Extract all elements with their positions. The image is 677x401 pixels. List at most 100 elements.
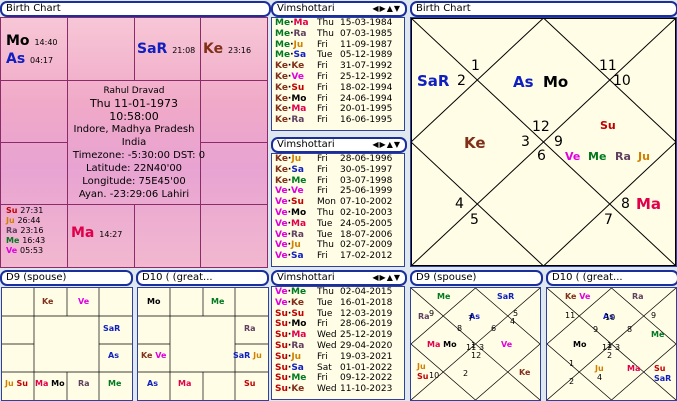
bhukti-lord: Me (291, 287, 307, 297)
saturn-degree: 21:08 (172, 46, 196, 55)
dasha-day: Fri (317, 104, 328, 115)
birth-chart-left-titlebar[interactable]: Birth Chart (0, 1, 271, 17)
dasha-period: Ve·Me (275, 287, 307, 297)
dasha-period: Ke·Me (275, 175, 307, 186)
dasha-date: 01-01-2022 (340, 362, 393, 373)
birth-info: Rahul Dravad Thu 11-01-1973 10:58:00 Ind… (68, 86, 205, 201)
d9-right-numbers: 78 6 9 54 111 3 1210 2 (429, 309, 518, 380)
vimshottari-panel[interactable]: Ke·Ju Fri 28-06-1996 Ke·Sa Fri 30-05-1997 Ke·M… (271, 153, 405, 267)
bhukti-lord: Ma (293, 18, 309, 28)
dasha-row[interactable]: Su·Ju Fri 19-03-2021 (275, 352, 392, 363)
d9-left-chart[interactable]: Ke Ve SaR As Ju Su Ma Mo Ra Me (1, 287, 133, 401)
dasha-period: Me·Sa (275, 50, 307, 61)
dasha-row[interactable]: Me·Ra Thu 07-03-1985 (275, 29, 392, 40)
svg-text:9: 9 (593, 325, 598, 334)
dasha-row[interactable]: Su·Ra Wed 29-04-2020 (275, 341, 392, 352)
dasha-row[interactable]: Ke·Su Fri 18-02-1994 (275, 83, 392, 94)
dasha-row[interactable]: Ke·Sa Fri 30-05-1997 (275, 165, 392, 176)
planet-me: Me (588, 150, 607, 163)
dasha-row[interactable]: Ke·Mo Fri 24-06-1994 (275, 94, 392, 105)
vimshottari-panel[interactable]: Ve·Me Thu 02-04-2015 Ve·Ke Tue 16-01-2018 Su·S… (271, 286, 405, 400)
svg-text:8: 8 (627, 325, 632, 334)
vimshottari-titlebar[interactable]: Vimshottari ◀▶▲▼ (271, 1, 407, 17)
vimshottari-titlebar[interactable]: Vimshottari ◀▶▲▼ (271, 270, 407, 286)
dasha-row[interactable]: Ve·Ma Tue 24-05-2005 (275, 219, 392, 230)
dasha-row[interactable]: Ke·Ke Fri 31-07-1992 (275, 61, 392, 72)
dasha-row[interactable]: Ve·Ve Fri 25-06-1999 (275, 186, 392, 197)
vimshottari-nav-arrows[interactable]: ◀▶▲▼ (372, 272, 401, 284)
dasha-row[interactable]: Ke·Ve Fri 25-12-1992 (275, 72, 392, 83)
dasha-date: 25-12-2019 (340, 330, 393, 341)
vimshottari-panel[interactable]: Me·Ma Thu 15-03-1984 Me·Ra Thu 07-03-1985 Me·J… (271, 17, 405, 131)
house-number-12: 12 (532, 119, 550, 135)
dasha-date: 02-04-2015 (340, 287, 393, 297)
dasha-day: Fri (317, 351, 328, 362)
dasha-row[interactable]: Su·Me Fri 09-12-2022 (275, 373, 392, 384)
dasha-date: 11-09-1987 (340, 39, 393, 50)
dasha-date: 24-06-1994 (340, 93, 393, 104)
birth-chart-right[interactable]: 1 2 11 10 12 3 9 6 4 5 8 7 SaR As Mo Ke … (410, 17, 677, 267)
dasha-period: Ke·Ju (275, 154, 302, 164)
dasha-row[interactable]: Su·Su Tue 12-03-2019 (275, 309, 392, 320)
dasha-row[interactable]: Me·Sa Tue 05-12-1989 (275, 50, 392, 61)
dasha-date: 03-07-1998 (340, 175, 393, 186)
dasha-date: 02-10-2003 (340, 207, 393, 218)
dasha-date: 28-06-1996 (340, 154, 393, 164)
d10-left-as: As (147, 379, 158, 388)
svg-text:7: 7 (468, 314, 473, 323)
dasha-lord: Ke (275, 61, 288, 72)
dasha-day: Sat (317, 362, 332, 373)
house-number-1: 1 (471, 58, 480, 74)
birth-chart-right-titlebar[interactable]: Birth Chart (410, 1, 677, 17)
dasha-date: 19-03-2021 (340, 351, 393, 362)
svg-text:4: 4 (597, 373, 602, 382)
vimshottari-titlebar[interactable]: Vimshottari ◀▶▲▼ (271, 137, 407, 153)
dasha-date: 07-03-1985 (340, 28, 393, 39)
dasha-lord: Su (275, 340, 288, 351)
dasha-date: 18-07-2006 (340, 229, 393, 240)
birth-chart-left[interactable]: Mo 14:40 As 04:17 SaR 21:08 Ke 23:16 Rah… (0, 17, 268, 268)
d9-left-bottom-left: Ju Su (5, 379, 28, 388)
dasha-row[interactable]: Me·Ju Fri 11-09-1987 (275, 40, 392, 51)
dasha-row[interactable]: Su·Mo Fri 28-06-2019 (275, 319, 392, 330)
dasha-day: Fri (317, 82, 328, 93)
dasha-row[interactable]: Ve·Su Mon 07-10-2002 (275, 197, 392, 208)
bhukti-lord: Sa (291, 164, 304, 175)
vimshottari-nav-arrows[interactable]: ◀▶▲▼ (372, 139, 401, 151)
dasha-row[interactable]: Ve·Sa Fri 17-02-2012 (275, 251, 392, 262)
dasha-row[interactable]: Ke·Ju Fri 28-06-1996 (275, 154, 392, 165)
bhukti-lord: Ju (291, 154, 302, 164)
d10-left-chart[interactable]: Mo Me Ra Ke Ve SaR Ju As Ma Su (137, 287, 269, 401)
d9-right-chart[interactable]: Me SaR Ra As Ma Mo Ve Ju Su Ke 786 954 1… (410, 287, 541, 401)
d10-left-su: Su (244, 379, 256, 388)
dasha-row[interactable]: Ve·Mo Thu 02-10-2003 (275, 208, 392, 219)
d10-right-titlebar[interactable]: D10 ( (great... (546, 270, 677, 286)
dasha-lord: Su (275, 308, 288, 319)
birth-place: Indore, Madhya Pradesh (73, 124, 195, 135)
dasha-row[interactable]: Ke·Ma Fri 20-01-1995 (275, 104, 392, 115)
dasha-date: 30-05-1997 (340, 164, 393, 175)
d10-right-chart[interactable]: Ke Ve Ra As Mo Me Ju Ma Su SaR 11 10 9 891… (546, 287, 677, 401)
latitude: Latitude: 22N40'00 (85, 163, 183, 174)
dasha-row[interactable]: Ke·Ra Fri 16-06-1995 (275, 115, 392, 126)
dasha-date: 29-04-2020 (340, 340, 393, 351)
dasha-row[interactable]: Ke·Me Fri 03-07-1998 (275, 176, 392, 187)
d9-left-titlebar[interactable]: D9 (spouse) (0, 270, 133, 286)
dasha-day: Thu (317, 28, 334, 39)
small-planet-name: Ra (6, 226, 18, 235)
dasha-row[interactable]: Me·Ma Thu 15-03-1984 (275, 18, 392, 29)
dasha-row[interactable]: Ve·Ke Tue 16-01-2018 (275, 298, 392, 309)
dasha-row[interactable]: Ve·Ju Thu 02-07-2009 (275, 240, 392, 251)
dasha-date: 09-12-2022 (340, 373, 393, 384)
dasha-row[interactable]: Su·Sa Sat 01-01-2022 (275, 363, 392, 374)
dasha-row[interactable]: Ve·Me Thu 02-04-2015 (275, 287, 392, 298)
dasha-date: 15-03-1984 (340, 18, 393, 28)
vimshottari-nav-arrows[interactable]: ◀▶▲▼ (372, 3, 401, 15)
dasha-period: Ke·Ra (275, 115, 305, 126)
dasha-row[interactable]: Ve·Ra Tue 18-07-2006 (275, 230, 392, 241)
small-planet-name: Me (6, 236, 20, 245)
d10-left-titlebar[interactable]: D10 ( (great... (136, 270, 269, 286)
dasha-row[interactable]: Su·Ma Wed 25-12-2019 (275, 330, 392, 341)
d9-right-titlebar[interactable]: D9 (spouse) (410, 270, 543, 286)
dasha-row[interactable]: Su·Ke Wed 11-10-2023 (275, 384, 392, 395)
